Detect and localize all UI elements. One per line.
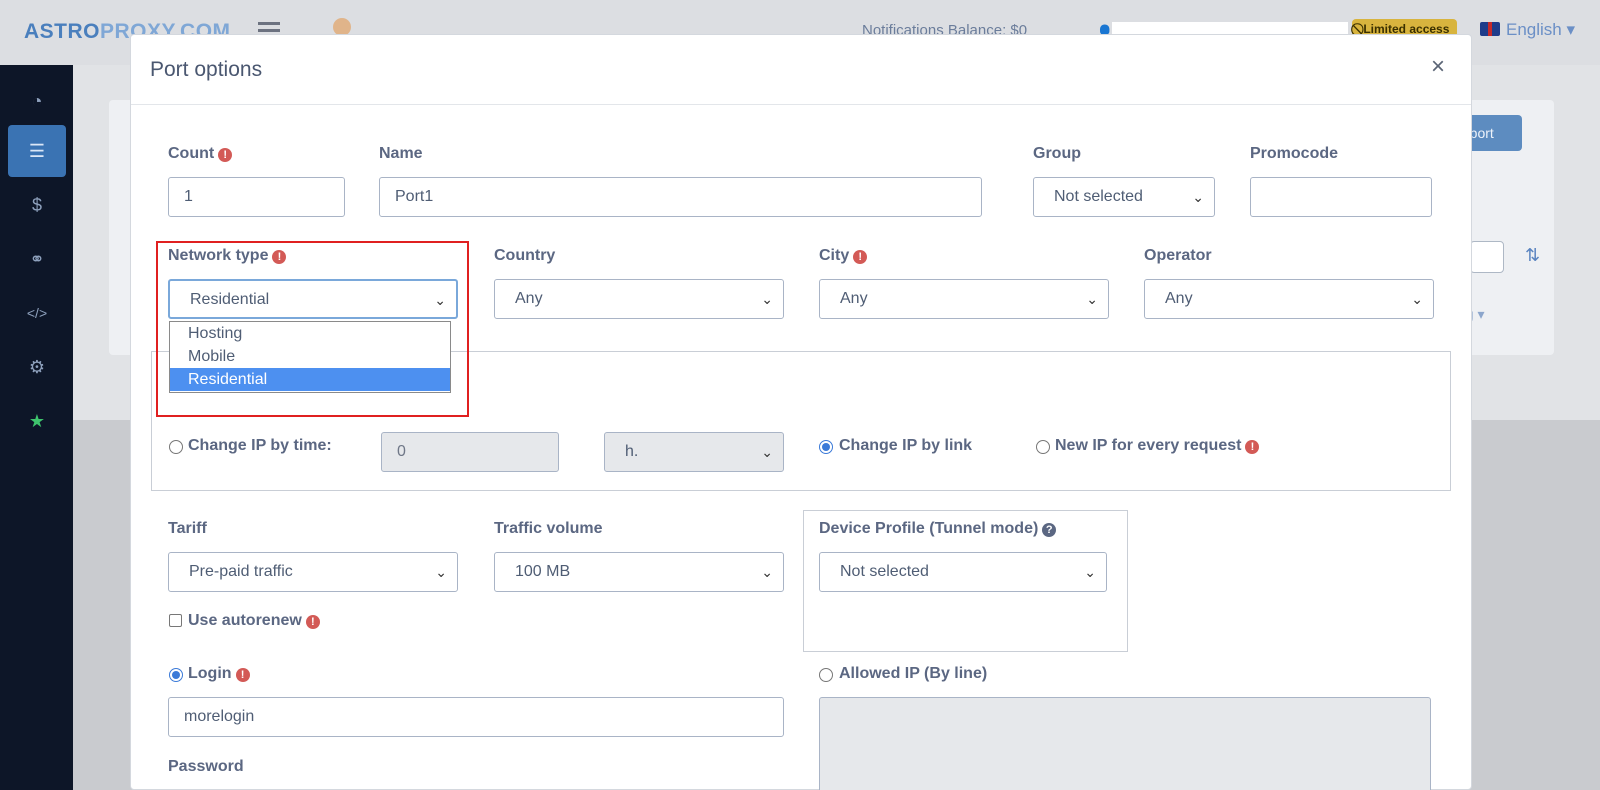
chevron-down-icon: ⌄	[1192, 189, 1204, 205]
time-interval-input[interactable]: 0	[381, 432, 559, 472]
chevron-down-icon: ⌄	[761, 564, 773, 580]
group-select[interactable]: Not selected ⌄	[1033, 177, 1215, 217]
traffic-volume-value: 100 MB	[515, 563, 571, 580]
promocode-label: Promocode	[1250, 145, 1339, 162]
language-label: English	[1506, 20, 1562, 39]
uk-flag-icon	[1480, 22, 1500, 36]
city-value: Any	[840, 290, 868, 307]
chevron-down-icon: ⌄	[761, 291, 773, 307]
name-label: Name	[379, 145, 423, 162]
promocode-input[interactable]	[1250, 177, 1432, 217]
time-unit-select[interactable]: h. ⌄	[604, 432, 784, 472]
group-value: Not selected	[1054, 188, 1143, 205]
count-input[interactable]: 1	[168, 177, 345, 217]
device-profile-value: Not selected	[840, 563, 929, 580]
count-label: Count!	[168, 145, 233, 163]
new-ip-every-request-label: New IP for every request!	[1055, 437, 1260, 455]
language-selector[interactable]: English ▾	[1480, 20, 1575, 40]
star-icon[interactable]: ★	[8, 395, 66, 447]
device-profile-label: Device Profile (Tunnel mode)?	[819, 520, 1057, 538]
gears-icon[interactable]: ⚙	[8, 341, 66, 393]
code-icon[interactable]: </>	[8, 287, 66, 339]
autorenew-checkbox[interactable]	[169, 614, 182, 627]
tariff-label: Tariff	[168, 520, 207, 537]
change-ip-by-link-label: Change IP by link	[839, 437, 973, 454]
operator-select[interactable]: Any ⌄	[1144, 279, 1434, 319]
info-icon[interactable]: !	[853, 250, 868, 264]
chevron-down-icon: ⌄	[435, 564, 447, 580]
dollar-icon[interactable]: $	[8, 179, 66, 231]
group-label: Group	[1033, 145, 1081, 162]
country-value: Any	[515, 290, 543, 307]
tariff-select[interactable]: Pre-paid traffic ⌄	[168, 552, 458, 592]
allowed-ip-textarea[interactable]	[819, 697, 1431, 790]
highlight-box	[156, 241, 469, 417]
login-input[interactable]: morelogin	[168, 697, 784, 737]
modal-title: Port options	[150, 58, 263, 81]
login-label: Login!	[188, 665, 250, 683]
dashboard-icon[interactable]: ◔	[8, 75, 66, 127]
chevron-down-icon: ⌄	[1411, 291, 1423, 307]
tariff-value: Pre-paid traffic	[189, 563, 293, 580]
info-icon[interactable]: !	[235, 668, 250, 682]
allowed-ip-radio[interactable]	[819, 668, 833, 682]
traffic-volume-select[interactable]: 100 MB ⌄	[494, 552, 784, 592]
device-profile-select[interactable]: Not selected ⌄	[819, 552, 1107, 592]
city-label: City!	[819, 247, 868, 265]
chevron-down-icon: ⌄	[1084, 564, 1096, 580]
sidebar: ◔ ☰ $ ⚭ </> ⚙ ★	[0, 65, 73, 790]
login-radio[interactable]	[169, 668, 183, 682]
chevron-down-icon: ⌄	[761, 444, 773, 460]
traffic-volume-label: Traffic volume	[494, 520, 603, 537]
time-unit-value: h.	[625, 443, 639, 460]
new-ip-every-request-radio[interactable]	[1036, 440, 1050, 454]
chevron-down-icon: ⌄	[1086, 291, 1098, 307]
logo-main: ASTRO	[24, 20, 100, 43]
port-options-modal: Port options × Count! 1 Name Port1 Group…	[130, 34, 1472, 790]
info-icon[interactable]: !	[305, 615, 320, 629]
info-icon[interactable]: !	[1245, 440, 1260, 454]
modal-header: Port options ×	[131, 35, 1471, 105]
handshake-icon[interactable]: ⚭	[8, 233, 66, 285]
help-icon[interactable]: ?	[1042, 523, 1057, 537]
operator-value: Any	[1165, 290, 1193, 307]
close-icon[interactable]: ×	[1431, 53, 1445, 81]
country-label: Country	[494, 247, 556, 264]
change-ip-by-time-radio[interactable]	[169, 440, 183, 454]
sort-icon[interactable]: ⇅	[1525, 245, 1540, 266]
change-ip-by-time-label: Change IP by time:	[188, 437, 332, 454]
operator-label: Operator	[1144, 247, 1212, 264]
sort-select[interactable]	[1470, 241, 1504, 273]
info-icon[interactable]: !	[218, 148, 233, 162]
change-ip-by-link-radio[interactable]	[819, 440, 833, 454]
allowed-ip-label: Allowed IP (By line)	[839, 665, 988, 682]
country-select[interactable]: Any ⌄	[494, 279, 784, 319]
name-input[interactable]: Port1	[379, 177, 982, 217]
city-select[interactable]: Any ⌄	[819, 279, 1109, 319]
ports-icon[interactable]: ☰	[8, 125, 66, 177]
autorenew-label: Use autorenew!	[188, 612, 320, 630]
password-label: Password	[168, 758, 244, 775]
